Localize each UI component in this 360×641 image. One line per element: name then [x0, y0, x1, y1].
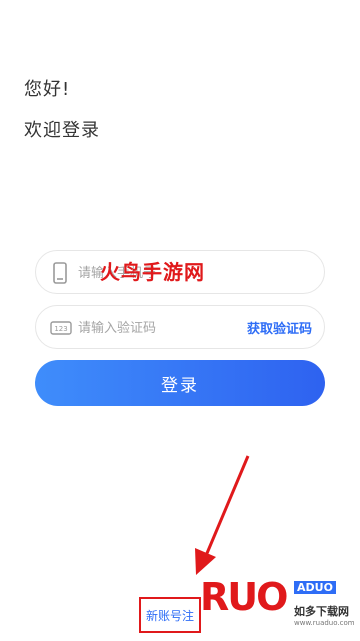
login-button[interactable]: 登录 — [35, 360, 325, 406]
logo-badge: ADUO — [294, 581, 336, 594]
watermark-text: 火鸟手游网 — [100, 260, 205, 284]
welcome-text: 欢迎登录 — [24, 120, 100, 141]
code-input[interactable] — [76, 306, 260, 350]
logo-main-text: RUO — [200, 575, 288, 619]
logo-url-text: www.ruaduo.com — [294, 619, 355, 627]
code-123-icon: 123 — [50, 317, 72, 339]
greeting-text: 您好! — [24, 79, 71, 100]
phone-icon — [50, 262, 70, 284]
new-account-link[interactable]: 新账号注 — [139, 597, 201, 633]
svg-text:123: 123 — [54, 325, 67, 333]
get-code-button[interactable]: 获取验证码 — [247, 318, 312, 337]
code-field[interactable]: 123 获取验证码 — [35, 305, 325, 350]
ruoaduo-logo: RUO ADUO 如多下载网 www.ruaduo.com — [200, 575, 360, 641]
logo-sub-text: 如多下载网 — [294, 605, 349, 618]
